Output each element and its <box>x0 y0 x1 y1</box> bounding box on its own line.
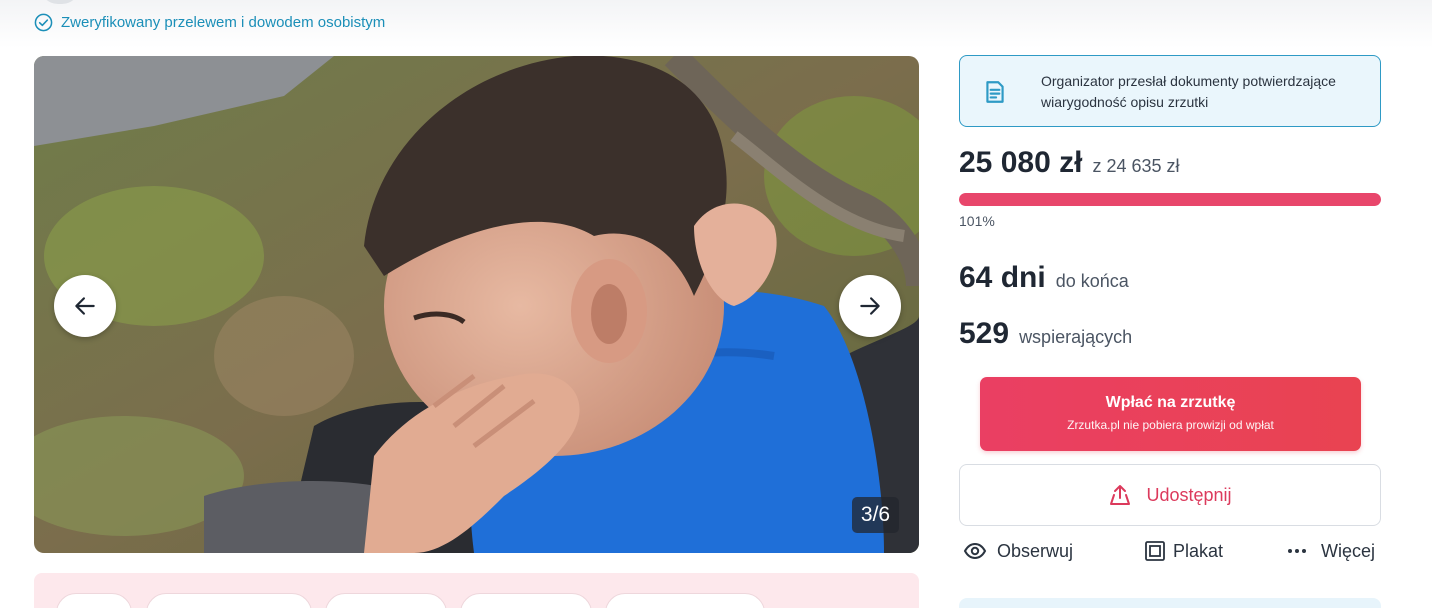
more-label: Więcej <box>1321 540 1376 561</box>
documents-info-box: Organizator przesłał dokumenty potwierdz… <box>959 55 1381 127</box>
supporters-number: 529 <box>959 317 1010 350</box>
gallery-photo <box>34 56 919 553</box>
document-icon <box>986 81 1004 103</box>
days-left-label: do końca <box>1055 271 1129 291</box>
donate-button[interactable]: Wpłać na zrzutkę Zrzutka.pl nie pobiera … <box>980 377 1361 451</box>
progress-percent: 101% <box>959 213 995 229</box>
verified-badge: Zweryfikowany przelewem i dowodem osobis… <box>34 13 385 32</box>
donate-label: Wpłać na zrzutkę <box>1105 394 1236 411</box>
days-left: 64 dni do końca <box>959 261 1129 295</box>
progress-bar <box>959 193 1381 206</box>
arrow-right-icon <box>860 297 880 315</box>
supporters-label: wspierających <box>1019 327 1133 347</box>
tag-pill[interactable] <box>325 593 447 608</box>
watch-label: Obserwuj <box>997 540 1074 561</box>
verified-text: Zweryfikowany przelewem i dowodem osobis… <box>61 14 386 31</box>
progress-fill <box>959 193 1381 206</box>
previous-photo-button[interactable] <box>54 275 116 337</box>
goal-amount: z 24 635 zł <box>1092 156 1180 176</box>
days-left-number: 64 dni <box>959 261 1046 294</box>
poster-icon <box>1145 541 1165 561</box>
share-icon <box>1110 485 1131 505</box>
share-button[interactable]: Udostępnij <box>959 464 1381 526</box>
tag-bar <box>34 573 919 608</box>
poster-button[interactable]: Plakat <box>1143 539 1223 563</box>
share-label: Udostępnij <box>1146 484 1232 505</box>
documents-info-text: Organizator przesłał dokumenty potwierdz… <box>1041 73 1336 110</box>
donate-sublabel: Zrzutka.pl nie pobiera prowizji od wpłat <box>1067 418 1274 432</box>
tag-pill[interactable] <box>460 593 592 608</box>
check-circle-icon <box>34 13 53 32</box>
photo-gallery[interactable]: 3/6 <box>34 56 919 553</box>
watch-button[interactable]: Obserwuj <box>963 539 1073 563</box>
next-photo-button[interactable] <box>839 275 901 337</box>
raised-amount: 25 080 zł <box>959 146 1083 179</box>
raised-amount-row: 25 080 zł z 24 635 zł <box>959 146 1180 180</box>
more-button[interactable]: Więcej <box>1285 539 1375 563</box>
arrow-left-icon <box>75 297 95 315</box>
eye-icon <box>963 542 987 560</box>
next-info-box <box>959 598 1381 608</box>
tag-pill[interactable] <box>146 593 312 608</box>
tag-pill[interactable] <box>56 593 132 608</box>
tag-pill[interactable] <box>605 593 765 608</box>
more-dots-icon <box>1288 549 1306 553</box>
poster-label: Plakat <box>1173 540 1224 561</box>
supporters-count: 529 wspierających <box>959 317 1132 351</box>
photo-counter: 3/6 <box>852 497 899 533</box>
